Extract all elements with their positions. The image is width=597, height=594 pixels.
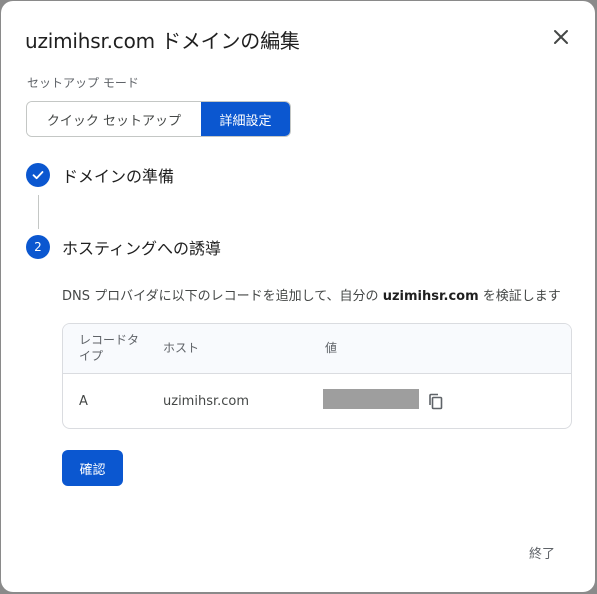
header-record-type: レコードタイプ: [79, 333, 140, 363]
step-2-title: ホスティングへの誘導: [62, 239, 222, 258]
cell-record-type: A: [79, 394, 88, 409]
setup-mode-label: セットアップ モード: [27, 76, 139, 90]
copy-icon: [429, 393, 443, 410]
close-button[interactable]: [547, 23, 575, 51]
quick-setup-option[interactable]: クイック セットアップ: [27, 102, 201, 136]
advanced-settings-option[interactable]: 詳細設定: [201, 102, 290, 136]
step-1-title: ドメインの準備: [62, 167, 175, 186]
cell-host: uzimihsr.com: [163, 394, 250, 409]
check-icon: [32, 171, 44, 180]
dns-records-table: レコードタイプ ホスト 値 A uzimihsr.com: [62, 323, 572, 429]
step-1-complete-marker: [26, 163, 50, 187]
edit-domain-dialog: uzimihsr.com ドメインの編集 セットアップ モード クイック セット…: [1, 1, 595, 592]
close-icon: [554, 30, 568, 44]
instruction-domain: uzimihsr.com: [382, 289, 479, 304]
instruction-prefix: DNS プロバイダに以下のレコードを追加して、自分の: [62, 289, 383, 304]
setup-mode-toggle: クイック セットアップ 詳細設定: [26, 101, 291, 137]
cell-value-redacted: [323, 389, 419, 409]
dialog-title: uzimihsr.com ドメインの編集: [25, 29, 300, 53]
table-row: A uzimihsr.com: [63, 374, 571, 428]
header-value: 値: [325, 341, 338, 355]
step-connector: [38, 195, 39, 229]
dns-instruction: DNS プロバイダに以下のレコードを追加して、自分の uzimihsr.com …: [62, 285, 561, 304]
copy-value-button[interactable]: [427, 392, 445, 412]
table-header: レコードタイプ ホスト 値: [63, 324, 571, 374]
done-button[interactable]: 終了: [517, 539, 567, 565]
instruction-suffix: を検証します: [478, 289, 561, 304]
confirm-button[interactable]: 確認: [62, 450, 123, 486]
header-host: ホスト: [163, 341, 200, 355]
step-2-number: 2: [26, 235, 50, 259]
